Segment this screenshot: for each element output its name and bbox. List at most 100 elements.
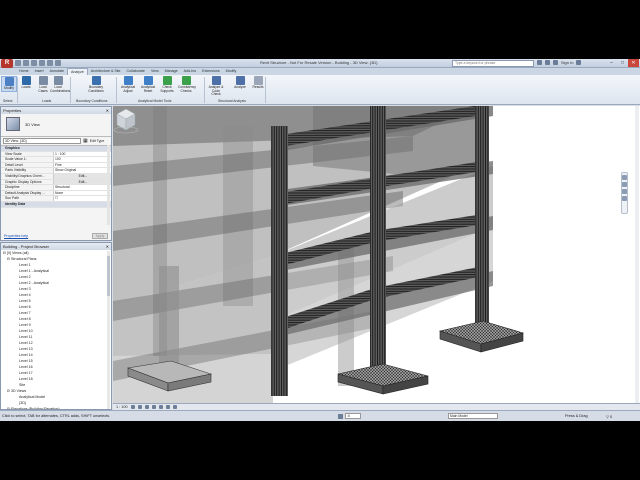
help-icon[interactable] bbox=[576, 60, 582, 65]
panel-separator bbox=[116, 77, 117, 103]
ribbon-button-label: Analytical Reset bbox=[140, 85, 156, 93]
navigation-bar[interactable] bbox=[621, 172, 628, 214]
application-menu-button[interactable]: R bbox=[1, 59, 13, 68]
tab-annotate[interactable]: Annotate bbox=[47, 68, 67, 75]
tab-extensions[interactable]: Extensions bbox=[199, 68, 223, 75]
tab-insert[interactable]: Insert bbox=[32, 68, 47, 75]
steering-wheel-icon[interactable] bbox=[622, 175, 627, 180]
consistency-checks-button[interactable]: Consistency Checks bbox=[178, 76, 196, 93]
tab-home[interactable]: Home bbox=[16, 68, 32, 75]
hide-isolate-icon[interactable] bbox=[172, 405, 177, 409]
loads-button[interactable]: Loads bbox=[18, 76, 34, 90]
sign-in-link[interactable]: Sign In bbox=[561, 60, 573, 65]
ribbon-button-label: Boundary Conditions bbox=[88, 85, 104, 93]
viewport-scrollbar[interactable] bbox=[635, 106, 639, 403]
view-selector-dropdown[interactable]: 3D View: {3D} bbox=[3, 138, 81, 144]
property-value[interactable]: None bbox=[53, 190, 111, 196]
load-cases-button[interactable]: Load Cases bbox=[35, 76, 51, 93]
tab-view[interactable]: View bbox=[148, 68, 162, 75]
worksets-icon[interactable] bbox=[338, 413, 343, 419]
crop-view-icon[interactable] bbox=[158, 405, 163, 409]
3d-view-icon[interactable] bbox=[55, 60, 61, 66]
tab-architecture-site[interactable]: Architecture & Site bbox=[88, 68, 124, 75]
close-button[interactable]: ✕ bbox=[628, 59, 639, 67]
design-options-dropdown[interactable]: Main Model bbox=[448, 413, 498, 419]
maximize-button[interactable]: □ bbox=[617, 59, 628, 67]
property-value[interactable]: 100 bbox=[53, 157, 111, 162]
filter-count: 0 bbox=[609, 415, 613, 419]
load-combinations-icon bbox=[53, 76, 63, 85]
workset-dropdown[interactable]: :0 bbox=[345, 413, 361, 419]
load-combinations-button[interactable]: Load Combinations bbox=[50, 76, 70, 93]
analyze-code-check-button[interactable]: Analyze & Code Check bbox=[208, 76, 224, 97]
detail-level-icon[interactable] bbox=[130, 405, 135, 409]
modify-button[interactable]: Modify bbox=[1, 76, 17, 92]
edit-button[interactable]: Edit... bbox=[53, 173, 111, 179]
viewcube-icon[interactable] bbox=[113, 106, 139, 134]
ribbon-button-label: Results bbox=[252, 85, 264, 89]
tab-modify[interactable]: Modify bbox=[223, 68, 240, 75]
boundary-conditions-button[interactable]: Boundary Conditions bbox=[88, 76, 104, 93]
edit-type-button[interactable]: Edit Type bbox=[90, 139, 105, 143]
view-control-bar: 1 : 100 bbox=[113, 403, 640, 410]
property-value[interactable]: Structural bbox=[53, 185, 111, 190]
modify-icon bbox=[4, 77, 14, 86]
check-supports-button[interactable]: Check Supports bbox=[159, 76, 175, 93]
undo-icon[interactable] bbox=[31, 60, 37, 66]
ribbon-button-label: Modify bbox=[4, 86, 14, 90]
edit-button[interactable]: Edit... bbox=[53, 179, 111, 185]
3d-view-type-icon bbox=[6, 117, 20, 131]
pan-icon[interactable] bbox=[622, 196, 627, 201]
3d-viewport[interactable] bbox=[113, 106, 640, 403]
apply-button[interactable]: Apply bbox=[92, 232, 108, 239]
subscription-icon[interactable] bbox=[545, 60, 550, 65]
zoom-icon[interactable] bbox=[622, 182, 627, 187]
minimize-button[interactable]: – bbox=[606, 59, 617, 67]
properties-scrollbar[interactable] bbox=[107, 145, 110, 225]
panel-separator bbox=[70, 77, 71, 103]
analyze-button[interactable]: Analyze bbox=[232, 76, 248, 90]
panel-label: Boundary Conditions bbox=[76, 99, 108, 103]
visual-style-icon[interactable] bbox=[137, 405, 142, 409]
analytical-reset-icon bbox=[143, 76, 153, 85]
shadows-icon[interactable] bbox=[151, 405, 156, 409]
property-value[interactable]: 1 : 100 bbox=[53, 151, 111, 157]
analytical-adjust-button[interactable]: Analytical Adjust bbox=[120, 76, 136, 93]
tab-add-ins[interactable]: Add-Ins bbox=[181, 68, 199, 75]
properties-help-link[interactable]: Properties help bbox=[4, 234, 28, 238]
results-button[interactable]: Results bbox=[250, 76, 266, 90]
panel-separator bbox=[265, 77, 266, 103]
search-icon[interactable] bbox=[537, 60, 542, 65]
close-icon[interactable]: ✕ bbox=[106, 243, 109, 250]
worksets: :0 bbox=[338, 413, 361, 419]
tab-collaborate[interactable]: Collaborate bbox=[124, 68, 148, 75]
sun-path-icon[interactable] bbox=[144, 405, 149, 409]
open-icon[interactable] bbox=[15, 60, 21, 66]
type-selector[interactable]: 3D View bbox=[1, 114, 111, 137]
help-search-input[interactable]: Type a keyword or phrase bbox=[452, 60, 534, 67]
press-drag-toggle[interactable]: Press & Drag bbox=[565, 414, 588, 418]
browser-scrollbar[interactable] bbox=[107, 251, 110, 409]
ribbon-button-label: Check Supports bbox=[160, 85, 174, 93]
orbit-icon[interactable] bbox=[622, 189, 627, 194]
scroll-thumb[interactable] bbox=[107, 256, 110, 296]
selection-filter[interactable]: ▽ 0 bbox=[606, 414, 612, 419]
analytical-adjust-icon bbox=[123, 76, 133, 85]
property-name: Identity Data bbox=[5, 201, 26, 206]
tab-manage[interactable]: Manage bbox=[162, 68, 181, 75]
lock-view-icon[interactable] bbox=[165, 405, 170, 409]
redo-icon[interactable] bbox=[39, 60, 45, 66]
panel-label: Structural Analysis bbox=[218, 99, 246, 103]
results-icon bbox=[253, 76, 263, 85]
analytical-reset-button[interactable]: Analytical Reset bbox=[140, 76, 156, 93]
property-value[interactable]: Fine bbox=[53, 162, 111, 168]
property-group-header[interactable]: Identity Data bbox=[1, 201, 111, 208]
close-icon[interactable]: ✕ bbox=[106, 107, 109, 114]
tab-analyze[interactable]: Analyze bbox=[66, 68, 88, 75]
save-icon[interactable] bbox=[23, 60, 29, 66]
measure-icon[interactable] bbox=[47, 60, 53, 66]
property-value[interactable]: Show Original bbox=[53, 168, 111, 173]
property-name: View Scale bbox=[5, 151, 22, 156]
property-value[interactable]: ☐ bbox=[53, 196, 111, 201]
window-controls: – □ ✕ bbox=[606, 59, 639, 67]
